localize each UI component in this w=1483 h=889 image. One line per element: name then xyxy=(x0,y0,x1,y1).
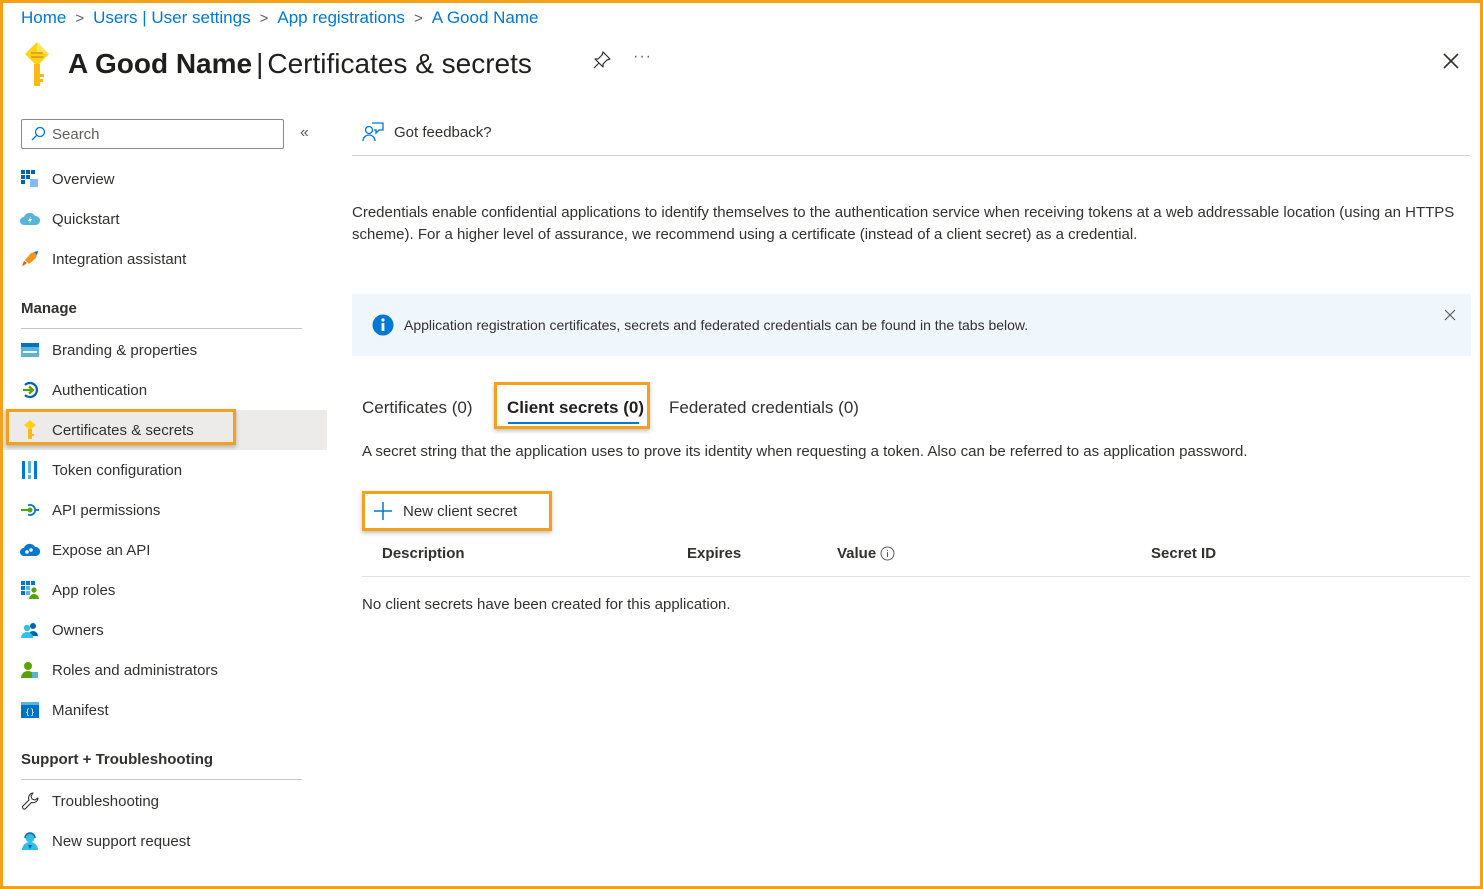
sidebar-item-label: Expose an API xyxy=(52,541,151,559)
manage-section-heading: Manage xyxy=(21,300,77,317)
feedback-button[interactable]: Got feedback? xyxy=(362,122,492,142)
close-icon[interactable] xyxy=(1443,308,1457,322)
overview-icon xyxy=(20,169,40,189)
sidebar-item-manifest[interactable]: {} Manifest xyxy=(0,690,327,730)
new-client-secret-button[interactable]: New client secret xyxy=(362,491,552,531)
sidebar-item-app-roles[interactable]: App roles xyxy=(0,570,327,610)
column-header-description: Description xyxy=(382,545,465,562)
rocket-icon xyxy=(20,249,40,269)
info-banner-text: Application registration certificates, s… xyxy=(404,317,1029,333)
column-header-secret-id: Secret ID xyxy=(1151,545,1217,562)
page-title: A Good Name | Certificates & secrets xyxy=(68,48,532,80)
breadcrumb-users[interactable]: Users | User settings xyxy=(93,8,250,28)
tab-federated-credentials[interactable]: Federated credentials (0) xyxy=(669,394,859,422)
divider xyxy=(21,779,302,780)
sidebar-item-integration-assistant[interactable]: Integration assistant xyxy=(0,239,327,279)
sidebar-item-owners[interactable]: Owners xyxy=(0,610,327,650)
key-icon xyxy=(20,420,40,440)
plus-icon xyxy=(374,502,392,520)
credentials-description: Credentials enable confidential applicat… xyxy=(352,204,1455,243)
column-header-value: Value xyxy=(837,545,895,562)
app-roles-icon xyxy=(20,580,40,600)
sidebar-item-label: Owners xyxy=(52,621,104,639)
authentication-icon xyxy=(20,380,40,400)
feedback-label: Got feedback? xyxy=(394,123,492,141)
sidebar-item-label: Roles and administrators xyxy=(52,661,218,679)
info-circle-icon[interactable] xyxy=(880,546,895,561)
chevron-right-icon: > xyxy=(259,9,269,27)
close-icon[interactable] xyxy=(1441,51,1461,71)
collapse-sidebar-button[interactable]: « xyxy=(300,124,309,142)
svg-text:{}: {} xyxy=(25,708,35,717)
sidebar-item-label: Overview xyxy=(52,170,115,188)
info-icon xyxy=(372,314,394,336)
sidebar-item-certificates-secrets[interactable]: Certificates & secrets xyxy=(0,410,327,450)
breadcrumb-app-registrations[interactable]: App registrations xyxy=(277,8,405,28)
column-header-value-label: Value xyxy=(837,545,877,562)
owners-icon xyxy=(20,620,40,640)
sidebar-item-label: Troubleshooting xyxy=(52,792,160,810)
sidebar-item-label: Certificates & secrets xyxy=(52,421,194,439)
sidebar-item-branding[interactable]: Branding & properties xyxy=(0,330,327,370)
sidebar-item-label: Token configuration xyxy=(52,461,183,479)
sidebar-item-label: App roles xyxy=(52,581,116,599)
token-icon xyxy=(20,460,40,480)
info-banner: Application registration certificates, s… xyxy=(352,294,1471,356)
support-person-icon xyxy=(20,831,40,851)
table-divider xyxy=(362,576,1470,577)
pin-icon[interactable] xyxy=(592,50,612,70)
divider xyxy=(352,155,1470,156)
chevron-right-icon: > xyxy=(413,9,423,27)
manifest-icon: {} xyxy=(20,700,40,720)
sidebar-item-authentication[interactable]: Authentication xyxy=(0,370,327,410)
app-name: A Good Name xyxy=(68,48,253,79)
page-header: A Good Name | Certificates & secrets xyxy=(22,40,532,88)
column-header-expires: Expires xyxy=(687,545,742,562)
sidebar-item-api-permissions[interactable]: API permissions xyxy=(0,490,327,530)
sidebar-item-label: Branding & properties xyxy=(52,341,198,359)
sidebar-item-label: Integration assistant xyxy=(52,250,187,268)
wrench-icon xyxy=(20,791,40,811)
empty-table-message: No client secrets have been created for … xyxy=(362,596,731,613)
sidebar-item-expose-api[interactable]: Expose an API xyxy=(0,530,327,570)
api-permissions-icon xyxy=(20,500,40,520)
quickstart-icon xyxy=(20,209,40,229)
sidebar-item-label: Authentication xyxy=(52,381,148,399)
breadcrumb: Home > Users | User settings > App regis… xyxy=(21,8,538,28)
highlight-annotation xyxy=(494,382,650,429)
sidebar-search-input[interactable]: Search xyxy=(21,119,284,149)
roles-admin-icon xyxy=(20,660,40,680)
sidebar-item-token-configuration[interactable]: Token configuration xyxy=(0,450,327,490)
feedback-icon xyxy=(362,122,384,142)
branding-icon xyxy=(20,340,40,360)
divider xyxy=(21,328,302,329)
sidebar-item-troubleshooting[interactable]: Troubleshooting xyxy=(0,781,327,821)
breadcrumb-app[interactable]: A Good Name xyxy=(432,8,539,28)
chevron-right-icon: > xyxy=(75,9,85,27)
breadcrumb-home[interactable]: Home xyxy=(21,8,66,28)
new-client-secret-label: New client secret xyxy=(403,502,518,520)
sidebar-item-label: Manifest xyxy=(52,701,109,719)
tab-certificates[interactable]: Certificates (0) xyxy=(362,394,473,422)
sidebar-item-label: Quickstart xyxy=(52,210,120,228)
sidebar-item-new-support-request[interactable]: New support request xyxy=(0,821,327,861)
sidebar-item-roles-administrators[interactable]: Roles and administrators xyxy=(0,650,327,690)
search-icon xyxy=(31,126,46,141)
sidebar-item-overview[interactable]: Overview xyxy=(0,159,327,199)
key-icon xyxy=(25,42,49,86)
page-name: Certificates & secrets xyxy=(267,48,532,79)
sidebar-item-label: API permissions xyxy=(52,501,161,519)
client-secrets-description: A secret string that the application use… xyxy=(362,443,1248,460)
sidebar-item-quickstart[interactable]: Quickstart xyxy=(0,199,327,239)
support-section-heading: Support + Troubleshooting xyxy=(21,751,214,768)
more-options-button[interactable]: ··· xyxy=(633,48,652,66)
cloud-api-icon xyxy=(20,540,40,560)
sidebar-item-label: New support request xyxy=(52,832,191,850)
title-separator: | xyxy=(256,48,264,79)
search-placeholder: Search xyxy=(52,125,100,143)
